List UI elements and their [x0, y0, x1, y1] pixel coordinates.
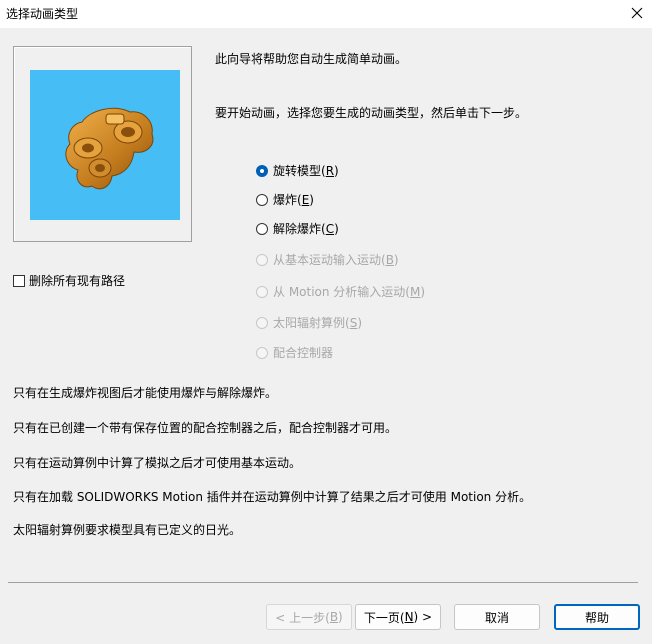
- delete-paths-label: 删除所有现有路径: [29, 274, 126, 288]
- radio-explode[interactable]: 爆炸(E): [256, 191, 314, 208]
- radio-indicator[interactable]: [256, 164, 268, 177]
- intro-text: 此向导将帮助您自动生成简单动画。: [215, 52, 408, 66]
- window-title: 选择动画类型: [6, 7, 79, 21]
- note-sun-study: 太阳辐射算例要求模型具有已定义的日光。: [13, 523, 242, 537]
- close-button[interactable]: [622, 0, 652, 26]
- radio-sun-study: 太阳辐射算例(S): [256, 314, 362, 331]
- note-basic-motion: 只有在运动算例中计算了模拟之后才可使用基本运动。: [13, 456, 302, 470]
- radio-indicator: [256, 253, 268, 266]
- note-motion-analysis: 只有在加载 SOLIDWORKS Motion 插件并在运动算例中计算了结果之后…: [13, 490, 532, 504]
- radio-basic-motion-import: 从基本运动输入运动(B): [256, 251, 399, 268]
- radio-collapse[interactable]: 解除爆炸(C): [256, 220, 339, 237]
- animation-wizard-dialog: 选择动画类型 此向导将帮助您自动生成简单动画。 要开始动画，选择您要生成的动画类…: [0, 0, 652, 644]
- separator: [8, 582, 638, 583]
- delete-paths-checkbox-row[interactable]: 删除所有现有路径: [13, 272, 125, 289]
- back-button[interactable]: < 上一步(B): [266, 604, 352, 630]
- model-preview-image: [30, 70, 180, 220]
- radio-indicator[interactable]: [256, 222, 268, 235]
- note-mate-controller: 只有在已创建一个带有保存位置的配合控制器之后，配合控制器才可用。: [13, 421, 398, 435]
- start-text: 要开始动画，选择您要生成的动画类型，然后单击下一步。: [215, 106, 528, 120]
- radio-mate-controller: 配合控制器: [256, 344, 333, 361]
- radio-rotate-model[interactable]: 旋转模型(R): [256, 162, 339, 179]
- delete-paths-checkbox[interactable]: [13, 274, 25, 287]
- next-button[interactable]: 下一页(N) >: [355, 604, 441, 630]
- radio-indicator: [256, 285, 268, 298]
- preview-frame: [13, 46, 192, 242]
- radio-indicator[interactable]: [256, 193, 268, 206]
- note-explode: 只有在生成爆炸视图后才能使用爆炸与解除爆炸。: [13, 386, 278, 400]
- radio-indicator: [256, 316, 268, 329]
- close-icon: [631, 7, 643, 19]
- cancel-button[interactable]: 取消: [454, 604, 540, 630]
- help-button[interactable]: 帮助: [554, 604, 640, 630]
- radio-indicator: [256, 346, 268, 359]
- radio-motion-analysis-import: 从 Motion 分析输入运动(M): [256, 283, 425, 300]
- assembly-model-icon: [65, 107, 154, 190]
- title-bar: 选择动画类型: [0, 0, 652, 28]
